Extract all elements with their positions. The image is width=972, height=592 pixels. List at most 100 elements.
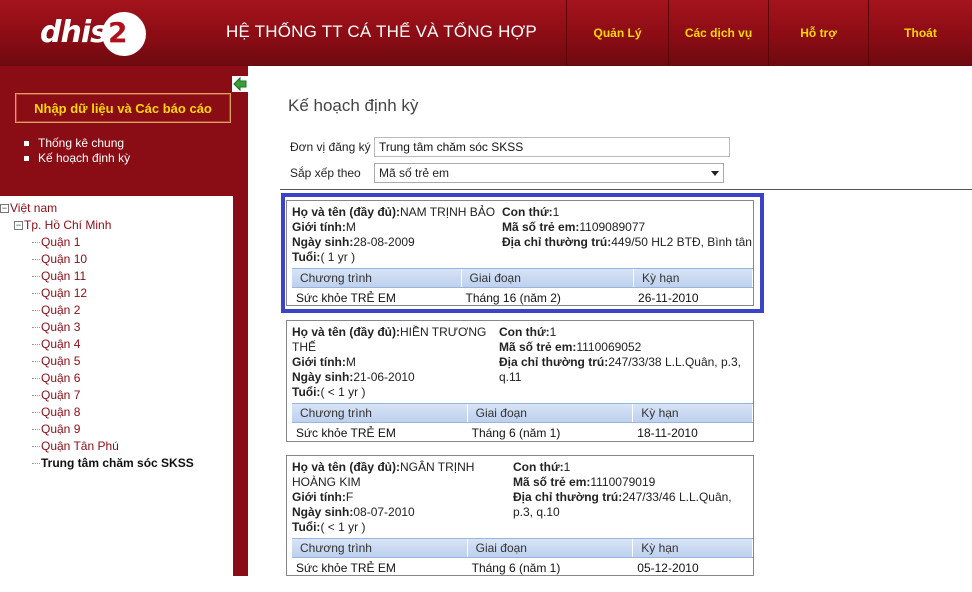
- cell-stage: Tháng 6 (năm 1): [471, 426, 561, 440]
- address-value-line2: p.3, q.10: [513, 505, 560, 519]
- address-value-line1: 247/33/46 L.L.Quân,: [622, 490, 732, 504]
- tree-node-label[interactable]: Quận 10: [41, 251, 87, 268]
- dhis2-logo[interactable]: dhis 2: [40, 10, 150, 58]
- top-nav: Quản Lý Các dịch vụ Hỗ trợ Thoát: [566, 0, 972, 66]
- sidebar-link-periodic-plan[interactable]: Kế hoạch định kỳ: [24, 151, 130, 166]
- tree-node-label[interactable]: Quận Tân Phú: [41, 438, 119, 455]
- tree-children: Quận 1 Quận 10 Quận 11 Quận 12 Quận 2 Quận 3Q…: [0, 234, 233, 455]
- child-order: Con thứ:1: [499, 325, 556, 340]
- tree-node-district[interactable]: Quận Tân Phú: [0, 438, 233, 455]
- sidebar-links: Thống kê chung Kế hoạch định kỳ: [24, 136, 130, 166]
- cell-due: 05-12-2010: [637, 561, 699, 575]
- collapse-sidebar-icon[interactable]: [232, 76, 248, 92]
- page-title: Kế hoạch định kỳ: [288, 96, 419, 115]
- tree-connector: [32, 378, 40, 379]
- sort-select[interactable]: Mã số trẻ em: [374, 163, 724, 183]
- child-name: Họ và tên (đầy đủ):HIỀN TRƯƠNG: [292, 325, 497, 340]
- nav-services[interactable]: Các dịch vụ: [668, 0, 768, 66]
- age-value: ( < 1 yr ): [320, 520, 366, 534]
- tree-node-label[interactable]: Trung tâm chăm sóc SKSS: [41, 455, 194, 472]
- sidebar-link-statistics[interactable]: Thống kê chung: [24, 136, 130, 151]
- tree-node-label[interactable]: Quận 11: [41, 268, 86, 285]
- collapse-node-icon[interactable]: −: [14, 221, 23, 230]
- tree-connector: [32, 242, 40, 243]
- tree-node-label[interactable]: Quận 1: [41, 234, 80, 251]
- tree-node-district[interactable]: Quận 10: [0, 251, 233, 268]
- tree-node-label[interactable]: Quận 4: [41, 336, 80, 353]
- tree-node-label[interactable]: Quận 2: [41, 302, 80, 319]
- schedule-table: Chương trình Giai đoạn Kỳ hạn Sức khỏe TRẺ …: [292, 403, 753, 443]
- nav-logout[interactable]: Thoát: [868, 0, 972, 66]
- child-order-label: Con thứ:: [499, 325, 550, 339]
- tree-node-district[interactable]: Quận 11: [0, 268, 233, 285]
- tree-node-label[interactable]: Quận 7: [41, 387, 80, 404]
- address-label: Địa chỉ thường trú:: [513, 490, 623, 504]
- child-card[interactable]: Họ và tên (đầy đủ):HIỀN TRƯƠNG THẾ Giới tí…: [286, 320, 754, 442]
- logo-wordmark: dhis: [40, 15, 108, 50]
- address-value-line1: 247/33/38 L.L.Quân, p.3,: [608, 355, 741, 369]
- child-id-label: Mã số trẻ em:: [513, 475, 591, 489]
- tree-node-label[interactable]: Tp. Hồ Chí Minh: [24, 217, 111, 234]
- child-age: Tuổi:( < 1 yr ): [292, 520, 365, 535]
- nav-manage[interactable]: Quản Lý: [566, 0, 668, 66]
- logo-number: 2: [108, 16, 128, 49]
- name-value-line1: HIỀN TRƯƠNG: [400, 325, 487, 339]
- chevron-down-icon: [711, 170, 719, 176]
- tree-node-selected[interactable]: Trung tâm chăm sóc SKSS: [0, 455, 233, 472]
- tree-node-district[interactable]: Quận 12: [0, 285, 233, 302]
- tree-connector: [32, 395, 40, 396]
- tree-connector: [32, 361, 40, 362]
- table-row[interactable]: Sức khỏe TRẺ EM Tháng 6 (năm 1) 05-12-2010: [292, 558, 753, 578]
- dob-value: 08-07-2010: [353, 505, 415, 519]
- column-header: Giai đoạn: [468, 404, 634, 422]
- tree-connector: [32, 344, 40, 345]
- child-address: Địa chỉ thường trú:247/33/38 L.L.Quân, p…: [499, 355, 741, 370]
- nav-help[interactable]: Hỗ trợ: [768, 0, 868, 66]
- column-header: Chương trình: [292, 404, 468, 422]
- tree-node-district[interactable]: Quận 9: [0, 421, 233, 438]
- tree-connector: [32, 429, 40, 430]
- tree-node-district[interactable]: Quận 5: [0, 353, 233, 370]
- tree-node-label[interactable]: Quận 9: [41, 421, 80, 438]
- tree-node-district[interactable]: Quận 8: [0, 404, 233, 421]
- tree-node-label[interactable]: Quận 5: [41, 353, 80, 370]
- schedule-table-header: Chương trình Giai đoạn Kỳ hạn: [292, 538, 753, 558]
- age-label: Tuổi:: [292, 520, 321, 534]
- child-order: Con thứ:1: [513, 460, 570, 475]
- address-value-line2: q.11: [499, 370, 522, 384]
- data-entry-reports-button[interactable]: Nhập dữ liệu và Các báo cáo: [15, 93, 231, 123]
- tree-node-label[interactable]: Quận 3: [41, 319, 80, 336]
- tree-node-label[interactable]: Quận 8: [41, 404, 80, 421]
- tree-node-district[interactable]: Quận 2: [0, 302, 233, 319]
- collapse-node-icon[interactable]: −: [0, 204, 9, 213]
- tree-node-label[interactable]: Quận 12: [41, 285, 87, 302]
- sidebar-link-label: Kế hoạch định kỳ: [38, 151, 131, 165]
- child-name: Họ và tên (đầy đủ):NGÂN TRỊNH: [292, 460, 497, 475]
- table-row[interactable]: Sức khỏe TRẺ EM Tháng 6 (năm 1) 18-11-2010: [292, 423, 753, 443]
- tree-node-root[interactable]: − Việt nam: [0, 200, 233, 217]
- child-card[interactable]: Họ và tên (đầy đủ):NGÂN TRỊNH HOÀNG KIM Gi…: [286, 455, 754, 576]
- gender-label: Giới tính:: [292, 490, 346, 504]
- child-dob: Ngày sinh:08-07-2010: [292, 505, 415, 520]
- bullet-icon: [24, 141, 29, 146]
- tree-node-label[interactable]: Quận 6: [41, 370, 80, 387]
- column-header: Kỳ hạn: [633, 404, 753, 422]
- cell-stage: Tháng 6 (năm 1): [471, 561, 561, 575]
- tree-node-district[interactable]: Quận 4: [0, 336, 233, 353]
- child-id-value: 1110069052: [576, 340, 642, 354]
- tree-node-city[interactable]: − Tp. Hồ Chí Minh: [0, 217, 233, 234]
- tree-node-district[interactable]: Quận 3: [0, 319, 233, 336]
- child-id-label: Mã số trẻ em:: [499, 340, 577, 354]
- child-order-value: 1: [549, 325, 557, 339]
- name-label: Họ và tên (đầy đủ):: [292, 460, 401, 474]
- child-order-label: Con thứ:: [513, 460, 564, 474]
- org-unit-input[interactable]: [374, 137, 730, 157]
- tree-node-district[interactable]: Quận 7: [0, 387, 233, 404]
- tree-node-district[interactable]: Quận 6: [0, 370, 233, 387]
- tree-node-district[interactable]: Quận 1: [0, 234, 233, 251]
- app-title: HỆ THỐNG TT CÁ THỂ VÀ TỔNG HỢP: [226, 22, 537, 41]
- child-id-value: 1110079019: [590, 475, 656, 489]
- tree-node-label[interactable]: Việt nam: [10, 200, 57, 217]
- divider: [280, 189, 972, 190]
- tree-connector: [32, 446, 40, 447]
